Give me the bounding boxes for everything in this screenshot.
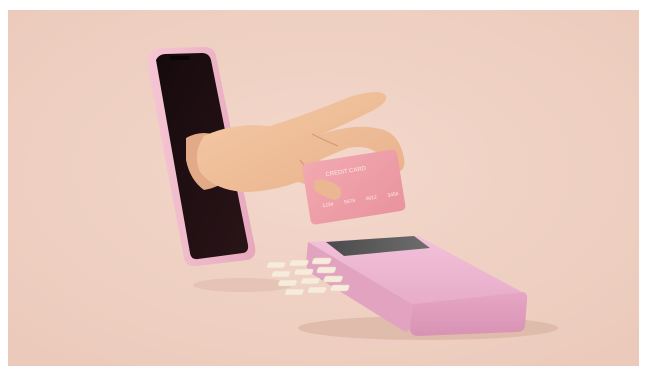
scene-illustration: CREDIT CARD 1234 5678 9012 3456: [8, 10, 639, 366]
image-frame: CREDIT CARD 1234 5678 9012 3456: [8, 10, 639, 366]
phone-speaker: [170, 56, 190, 60]
